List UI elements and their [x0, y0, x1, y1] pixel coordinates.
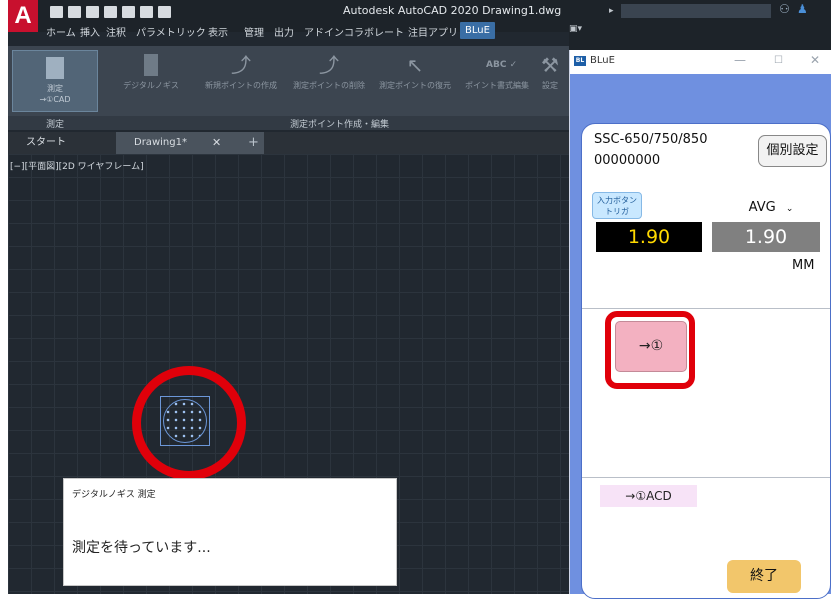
measure-icon [46, 57, 64, 79]
autocad-logo[interactable]: A [8, 0, 38, 32]
end-button[interactable]: 終了 [727, 560, 801, 593]
new-point-icon: ⤴ [231, 53, 251, 77]
restore-point-label: 測定ポイントの復元 [379, 81, 451, 90]
tab-featured-apps[interactable]: 注目アプリ [408, 24, 458, 39]
new-point-button[interactable]: ⤴ 新規ポイントの作成 [200, 54, 282, 91]
tab-manage[interactable]: 管理 [244, 24, 264, 39]
delete-point-button[interactable]: ⤴ 測定ポイントの削除 [288, 54, 370, 91]
save-as-icon[interactable] [104, 6, 117, 18]
device-panel: SSC-650/750/850 00000000 個別設定 入力ボタン トリガ … [581, 123, 831, 599]
close-tab-icon[interactable]: ✕ [212, 132, 221, 154]
panel-title-measure: 測定 [46, 120, 65, 130]
send-to-1-button[interactable]: →① [615, 321, 687, 372]
view-controls-label[interactable]: [−][平面図][2D ワイヤフレーム] [10, 159, 144, 172]
tab-addins[interactable]: アドイン [304, 24, 344, 39]
close-icon[interactable]: ✕ [810, 53, 820, 67]
blue-window-title: BLuE [590, 55, 615, 66]
abc-check-icon: ABC ✓ [486, 60, 518, 70]
settings-label: 設定 [542, 81, 558, 90]
new-tab-icon[interactable]: + [248, 132, 259, 154]
undo-icon[interactable] [140, 6, 153, 18]
autocad-window: A Autodesk AutoCAD 2020 Drawing1.dwg ホーム… [8, 0, 570, 594]
tab-drawing1-label: Drawing1* [134, 137, 187, 148]
blue-window: BL BLuE — ☐ ✕ SSC-650/750/850 00000000 個… [569, 50, 831, 599]
chevron-down-icon: ⌄ [785, 204, 794, 214]
dropdown-arrow-icon[interactable]: ▸ [609, 6, 614, 16]
window-title: Autodesk AutoCAD 2020 Drawing1.dwg [343, 4, 562, 17]
new-file-icon[interactable] [50, 6, 63, 18]
tab-home[interactable]: ホーム [46, 24, 76, 39]
minimize-icon[interactable]: — [734, 53, 746, 67]
input-button-trigger[interactable]: 入力ボタン トリガ [592, 192, 642, 219]
device-serial: 00000000 [594, 153, 661, 168]
settings-button[interactable]: ⚒ 設定 [534, 54, 566, 91]
highlight-circle-annotation [132, 366, 246, 480]
ribbon-panel-titles [8, 116, 570, 130]
tab-collaborate[interactable]: コラボレート [344, 24, 404, 39]
tab-annotate[interactable]: 注釈 [106, 24, 126, 39]
tab-extra-icon[interactable]: ▣▾ [569, 24, 582, 34]
tools-icon: ⚒ [541, 53, 559, 77]
caliper-icon [144, 54, 158, 76]
send-to-1-acd-button[interactable]: →①ACD [600, 485, 697, 507]
restore-point-button[interactable]: ↖ 測定ポイントの復元 [374, 54, 456, 91]
plot-icon[interactable] [122, 6, 135, 18]
secondary-value-display: 1.90 [712, 222, 820, 252]
digital-caliper-button[interactable]: デジタルノギス [116, 54, 186, 91]
user-icon[interactable]: ⚇ [779, 2, 790, 16]
device-model: SSC-650/750/850 [594, 132, 708, 147]
search-input[interactable] [621, 4, 771, 18]
unit-label: MM [792, 258, 815, 273]
blue-app-icon: BL [574, 56, 586, 66]
delete-point-icon: ⤴ [319, 53, 339, 77]
point-format-edit-button[interactable]: ABC ✓ ポイント書式編集 [460, 54, 534, 91]
tab-view[interactable]: 表示 [208, 24, 228, 39]
caliper-button-label: デジタルノギス [123, 81, 179, 90]
open-file-icon[interactable] [68, 6, 81, 18]
tab-insert[interactable]: 挿入 [80, 24, 100, 39]
restore-point-icon: ↖ [406, 53, 424, 77]
point-format-edit-label: ポイント書式編集 [465, 81, 529, 90]
autocad-titlebar-right: ▸ ⚇ ♟ ▣▾ [569, 0, 831, 50]
measurement-dialog: デジタルノギス 測定 測定を待っています... [63, 478, 397, 586]
tab-drawing1[interactable]: Drawing1* ✕ [116, 132, 264, 154]
avg-select-value: AVG [748, 200, 776, 215]
redo-icon[interactable] [158, 6, 171, 18]
maximize-icon[interactable]: ☐ [774, 55, 783, 66]
dialog-title: デジタルノギス 測定 [72, 490, 156, 500]
measured-value-display: 1.90 [596, 222, 702, 252]
delete-point-label: 測定ポイントの削除 [293, 81, 365, 90]
panel-title-points: 測定ポイント作成・編集 [290, 120, 390, 130]
tab-blue[interactable]: BLuE [460, 22, 495, 39]
blue-titlebar: BL BLuE — ☐ ✕ [570, 50, 831, 74]
avg-select[interactable]: AVG ⌄ [742, 197, 800, 219]
measure-cad-button[interactable]: 測定 →①CAD [12, 50, 98, 112]
document-tab-bar: スタート Drawing1* ✕ + [8, 132, 570, 154]
tab-start[interactable]: スタート [8, 132, 126, 154]
divider [582, 477, 830, 478]
divider [582, 308, 830, 309]
individual-settings-button[interactable]: 個別設定 [758, 135, 827, 167]
account-icon[interactable]: ♟ [797, 2, 808, 16]
measure-button-label: 測定 →①CAD [39, 84, 71, 104]
save-icon[interactable] [86, 6, 99, 18]
tab-parametric[interactable]: パラメトリック [136, 24, 206, 39]
dialog-message: 測定を待っています... [72, 540, 211, 556]
new-point-label: 新規ポイントの作成 [205, 81, 277, 90]
tab-output[interactable]: 出力 [274, 24, 294, 39]
